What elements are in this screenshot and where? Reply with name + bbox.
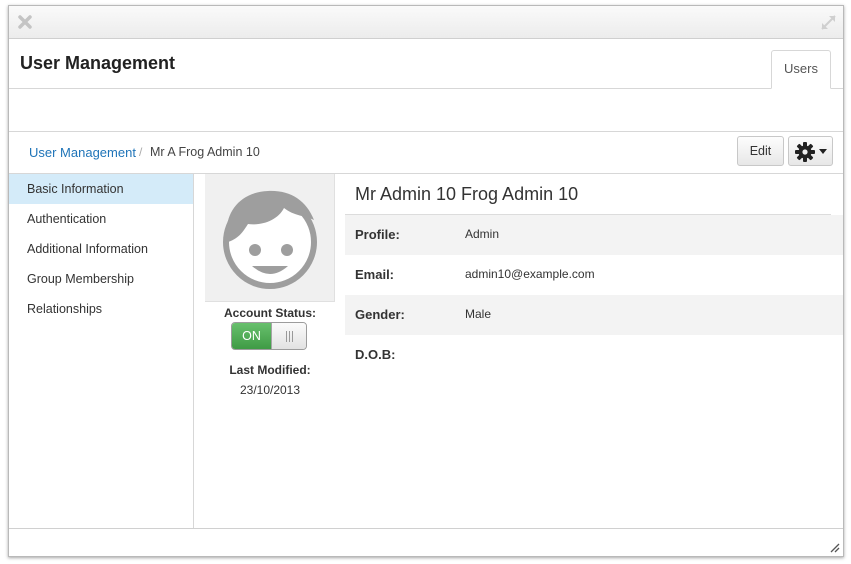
last-modified-label: Last Modified: <box>229 363 311 377</box>
detail-value: admin10@example.com <box>465 267 595 281</box>
chevron-down-icon <box>819 149 827 154</box>
sidebar-item-basic-information[interactable]: Basic Information <box>9 174 193 204</box>
detail-row-dob: D.O.B: <box>345 335 843 375</box>
detail-label: Profile: <box>355 227 400 242</box>
user-full-name: Mr Admin 10 Frog Admin 10 <box>355 184 579 204</box>
tab-users[interactable]: Users <box>771 50 831 89</box>
sidebar-nav: Basic Information Authentication Additio… <box>9 174 194 529</box>
resize-grip-icon[interactable] <box>828 541 840 553</box>
close-x-icon[interactable] <box>17 14 33 30</box>
toolbar-band <box>9 89 843 132</box>
account-status-toggle[interactable]: ON <box>231 322 307 350</box>
breadcrumb-current: Mr A Frog Admin 10 <box>150 145 260 159</box>
sidebar-item-group-membership[interactable]: Group Membership <box>9 264 193 294</box>
detail-label: Email: <box>355 267 395 282</box>
sidebar-item-authentication[interactable]: Authentication <box>9 204 193 234</box>
toggle-on-label: ON <box>232 323 271 349</box>
window-titlebar <box>9 6 843 39</box>
breadcrumb-link-user-management[interactable]: User Management <box>29 145 136 160</box>
expand-icon[interactable] <box>820 14 837 31</box>
breadcrumb-separator: / <box>139 145 143 159</box>
detail-row-email: Email: admin10@example.com <box>345 255 843 295</box>
settings-dropdown-button[interactable] <box>788 136 833 166</box>
sidebar-item-additional-information[interactable]: Additional Information <box>9 234 193 264</box>
detail-label: Gender: <box>355 307 405 322</box>
avatar <box>205 174 335 302</box>
avatar-face-icon <box>223 190 317 289</box>
account-status-label: Account Status: <box>223 306 316 320</box>
app-window: User Management Users User Management / … <box>8 5 844 557</box>
toggle-handle[interactable] <box>271 323 306 349</box>
edit-button[interactable]: Edit <box>737 136 784 166</box>
detail-label: D.O.B: <box>355 347 396 362</box>
detail-value: Male <box>465 307 492 321</box>
detail-row-gender: Gender: Male <box>345 295 843 335</box>
breadcrumb: User Management / Mr A Frog Admin 10 Edi… <box>9 132 843 174</box>
detail-value: Admin <box>465 227 500 241</box>
detail-row-profile: Profile: Admin <box>345 215 843 255</box>
gear-icon <box>795 142 815 162</box>
sidebar-item-relationships[interactable]: Relationships <box>9 294 193 324</box>
window-footer <box>9 528 843 556</box>
last-modified-value: 23/10/2013 <box>239 383 301 397</box>
app-title: User Management <box>20 53 176 73</box>
app-header: User Management Users <box>9 39 843 89</box>
